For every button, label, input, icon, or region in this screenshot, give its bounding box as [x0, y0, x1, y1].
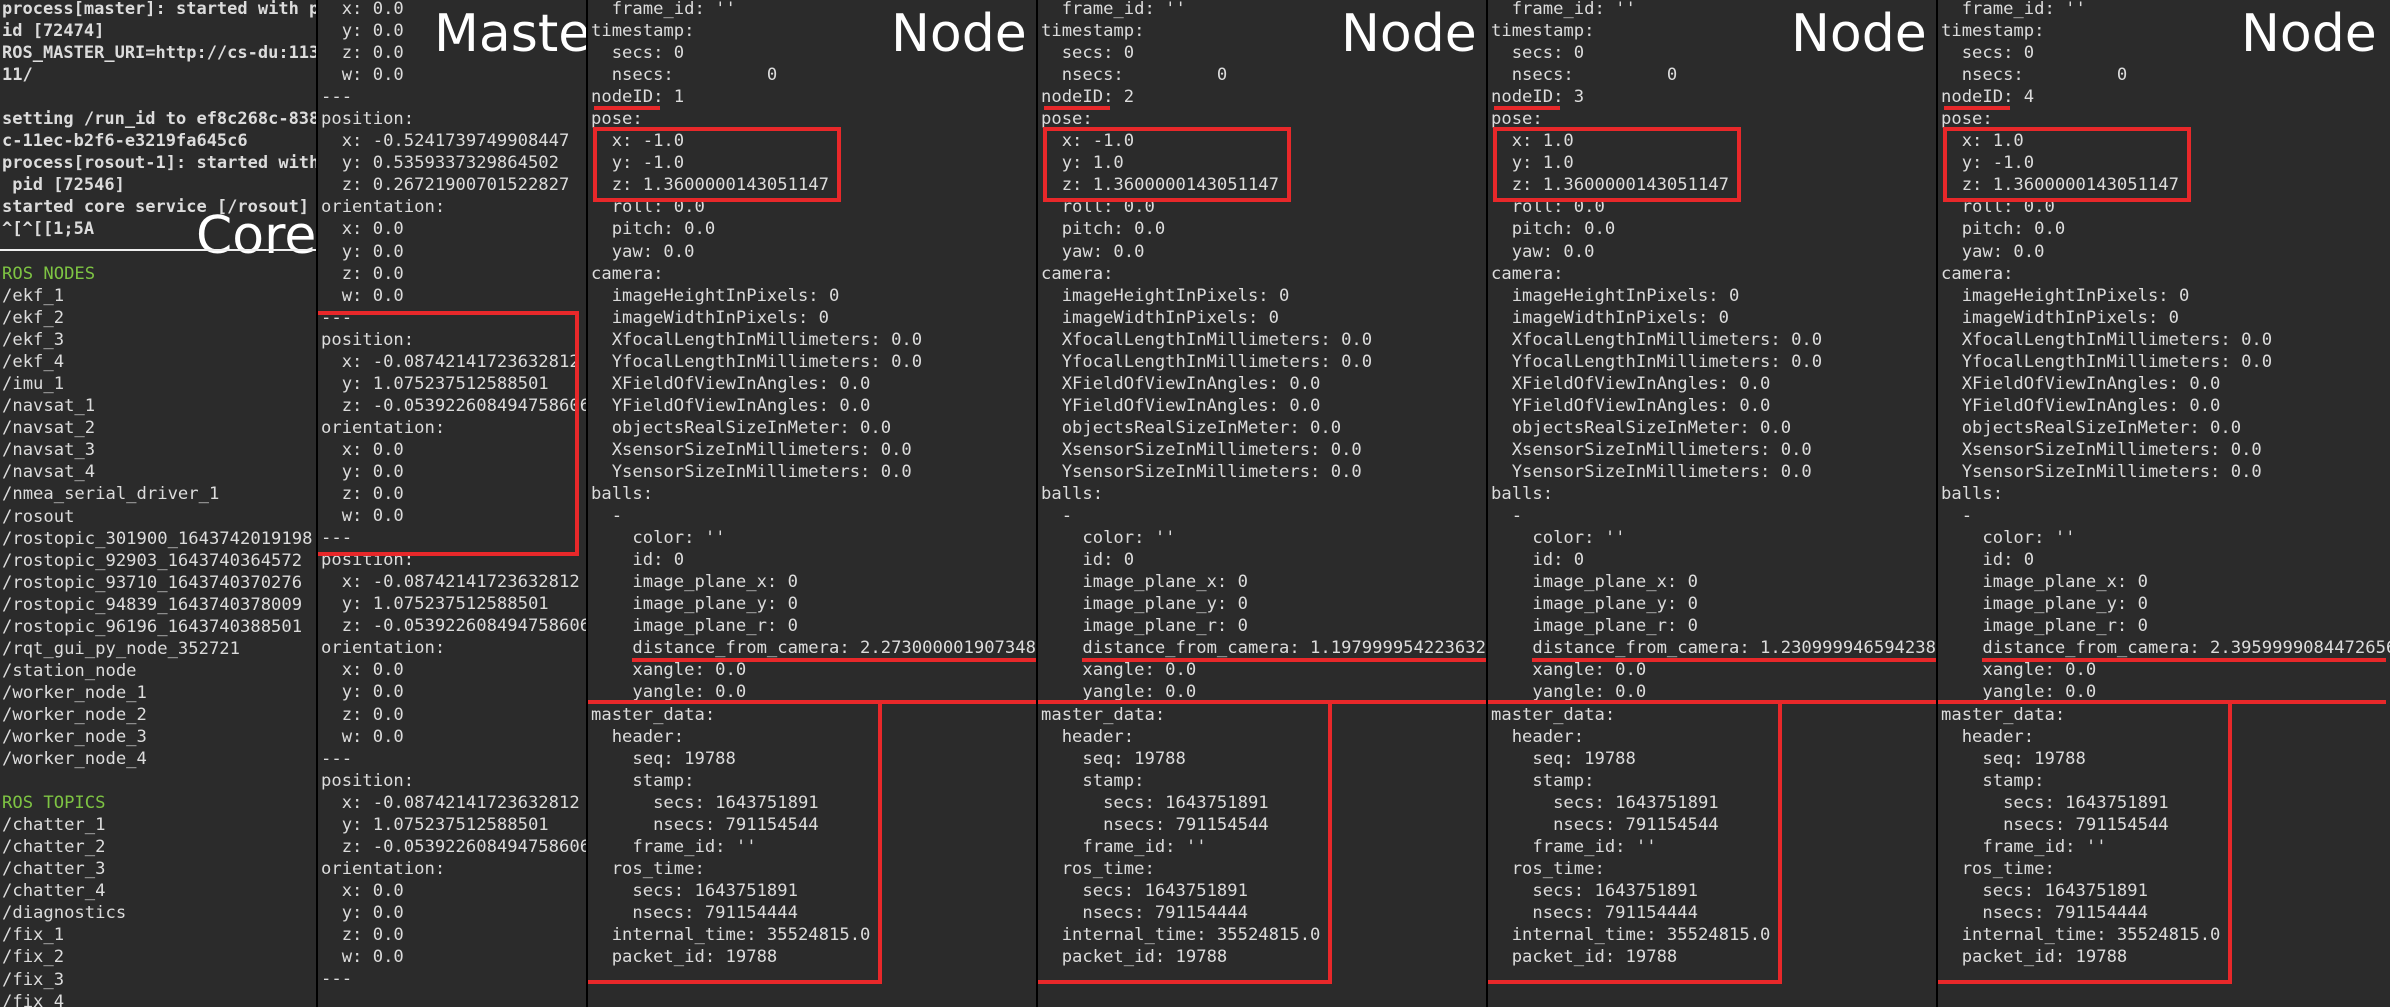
- node-3-pane-label: Node: [1791, 4, 1927, 64]
- ros-nodes-header: ROS NODES: [2, 264, 96, 284]
- distance-underline: [632, 658, 1036, 662]
- master-terminal-pane[interactable]: x: 0.0 y: 0.0 z: 0.0 w: 0.0 --- position…: [318, 0, 586, 1007]
- master-data-highlight-box: [1038, 700, 1332, 984]
- pose-highlight-box: [1943, 127, 2191, 202]
- pose-highlight-box: [593, 127, 841, 202]
- pose-highlight-box: [1043, 127, 1291, 202]
- node-3-terminal-pane[interactable]: frame_id: '' timestamp: secs: 0 nsecs: 0…: [1488, 0, 1936, 1007]
- node-1-pane-label: Node: [891, 4, 1027, 64]
- node-2-terminal-pane[interactable]: frame_id: '' timestamp: secs: 0 nsecs: 0…: [1038, 0, 1486, 1007]
- pane-divider: [0, 249, 316, 251]
- node-id-underline: [594, 106, 660, 110]
- node-id-underline: [1944, 106, 2010, 110]
- position-highlight-box: [318, 311, 579, 556]
- core-terminal-pane[interactable]: process[master]: started with p id [7247…: [0, 0, 316, 1007]
- node-4-terminal-pane[interactable]: frame_id: '' timestamp: secs: 0 nsecs: 0…: [1938, 0, 2390, 1007]
- node-id-underline: [1044, 106, 1110, 110]
- ros-topics-header: ROS TOPICS: [2, 793, 106, 814]
- distance-underline: [1982, 658, 2386, 662]
- core-log-output: process[master]: started with p id [7247…: [2, 0, 316, 240]
- core-pane-label: Core: [196, 206, 316, 266]
- node-4-pane-label: Node: [2241, 4, 2377, 64]
- distance-underline: [1532, 658, 1936, 662]
- master-data-highlight-box: [1488, 700, 1782, 984]
- node-2-pane-label: Node: [1341, 4, 1477, 64]
- node-1-terminal-pane[interactable]: frame_id: '' timestamp: secs: 0 nsecs: 0…: [588, 0, 1036, 1007]
- pose-highlight-box: [1493, 127, 1741, 202]
- distance-underline: [1082, 658, 1486, 662]
- ros-nodes-list: /ekf_1 /ekf_2 /ekf_3 /ekf_4 /imu_1 /navs…: [2, 286, 313, 770]
- node-id-underline: [1494, 106, 1560, 110]
- master-data-highlight-box: [588, 700, 882, 984]
- master-pane-label: Master: [434, 4, 586, 64]
- master-data-highlight-box: [1938, 700, 2232, 984]
- core-ros-lists: ROS NODES /ekf_1 /ekf_2 /ekf_3 /ekf_4 /i…: [2, 263, 312, 1007]
- ros-topics-list: /chatter_1 /chatter_2 /chatter_3 /chatte…: [2, 815, 127, 1007]
